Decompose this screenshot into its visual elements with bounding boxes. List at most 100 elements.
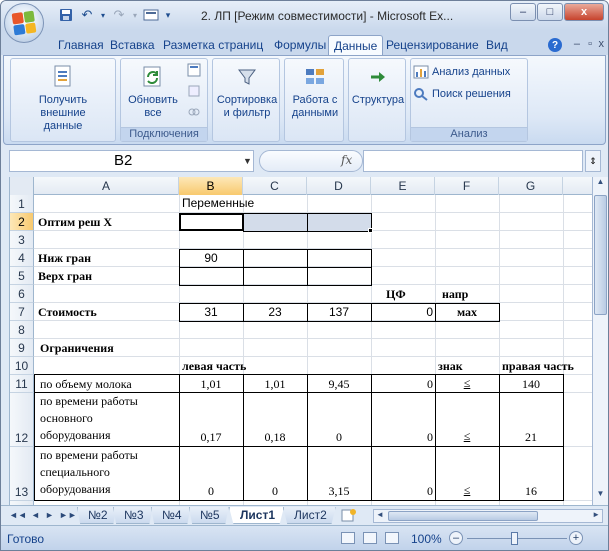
row-header-8[interactable]: 8: [10, 321, 34, 339]
cell-d11[interactable]: 9,45: [307, 377, 371, 392]
column-header-c[interactable]: C: [243, 177, 307, 195]
row-header-12[interactable]: 12: [10, 393, 34, 447]
cell-f11[interactable]: ≤: [435, 376, 499, 391]
cell-a2[interactable]: Оптим реш Х: [38, 215, 112, 230]
cell-b13[interactable]: 0: [179, 484, 243, 499]
cell-a5[interactable]: Верх гран: [38, 269, 92, 284]
fill-handle[interactable]: [368, 228, 373, 233]
data-analysis-button[interactable]: Анализ данных: [413, 65, 510, 79]
cell-c7[interactable]: 23: [243, 305, 307, 319]
sort-filter-button[interactable]: Сортировка и фильтр: [213, 63, 281, 120]
cell-g13[interactable]: 16: [499, 484, 563, 499]
tab-insert[interactable]: Вставка: [105, 35, 160, 55]
get-external-data-button[interactable]: Получить внешние данные: [13, 63, 113, 133]
row-header-2[interactable]: 2: [10, 213, 34, 231]
spreadsheet-grid[interactable]: A B C D E F G 1 2 3 4 5 6 7 8 9 10 11 12…: [9, 177, 600, 505]
cell-g12[interactable]: 21: [499, 430, 563, 445]
cell-f7[interactable]: мах: [435, 305, 499, 320]
cell-b4[interactable]: 90: [179, 251, 243, 265]
select-all-corner[interactable]: [10, 177, 34, 195]
ribbon-minimize-icon[interactable]: –: [574, 38, 580, 50]
last-sheet-icon[interactable]: ►►: [59, 510, 77, 520]
cell-e6[interactable]: ЦФ: [386, 287, 406, 302]
minimize-button[interactable]: –: [510, 3, 536, 21]
cell-c11[interactable]: 1,01: [243, 377, 307, 392]
cell-g10[interactable]: правая часть: [502, 359, 574, 374]
tab-data[interactable]: Данные: [328, 35, 384, 55]
cell-f12[interactable]: ≤: [435, 429, 499, 444]
cell-e7[interactable]: 0: [371, 305, 433, 319]
office-button[interactable]: [4, 3, 44, 43]
cell-d7[interactable]: 137: [307, 305, 371, 319]
cell-d5[interactable]: [307, 267, 372, 286]
close-button[interactable]: x: [564, 3, 604, 21]
cell-a12-line1[interactable]: по времени работы: [40, 394, 138, 409]
horizontal-scrollbar[interactable]: ◄ ►: [373, 509, 603, 523]
refresh-all-button[interactable]: Обновить все: [123, 63, 183, 120]
sheet-tab-list1[interactable]: Лист1: [229, 507, 285, 524]
cell-e13[interactable]: 0: [371, 484, 433, 499]
next-sheet-icon[interactable]: ►: [45, 510, 54, 520]
zoom-slider-thumb[interactable]: [511, 532, 518, 545]
cell-e12[interactable]: 0: [371, 430, 433, 445]
redo-icon[interactable]: ↷: [110, 7, 128, 23]
cell-c4[interactable]: [243, 249, 308, 268]
undo-dropdown-icon[interactable]: ▾: [99, 7, 107, 23]
cell-b7[interactable]: 31: [179, 305, 243, 319]
cell-d2[interactable]: [307, 213, 372, 232]
scroll-right-icon[interactable]: ►: [592, 510, 600, 519]
cell-b1[interactable]: Переменные: [182, 196, 254, 210]
edit-links-icon[interactable]: [187, 105, 201, 119]
save-icon[interactable]: [57, 7, 75, 23]
normal-view-icon[interactable]: [341, 532, 355, 544]
scroll-left-icon[interactable]: ◄: [376, 510, 384, 519]
zoom-out-icon[interactable]: –: [449, 531, 463, 545]
cell-b12[interactable]: 0,17: [179, 430, 243, 445]
tab-page-layout[interactable]: Разметка страниц: [158, 35, 268, 55]
tab-review[interactable]: Рецензирование: [381, 35, 484, 55]
formula-input[interactable]: [363, 150, 583, 172]
cell-f13[interactable]: ≤: [435, 483, 499, 498]
custom-icon[interactable]: [142, 7, 160, 23]
insert-sheet-icon[interactable]: [341, 508, 357, 523]
cell-c12[interactable]: 0,18: [243, 430, 307, 445]
name-box[interactable]: B2: [9, 150, 254, 172]
column-header-f[interactable]: F: [435, 177, 499, 195]
cell-c5[interactable]: [243, 267, 308, 286]
tab-view[interactable]: Вид: [481, 35, 513, 55]
sheet-tab-2[interactable]: №2: [77, 507, 117, 524]
ribbon-close-icon[interactable]: x: [599, 38, 605, 50]
help-icon[interactable]: ?: [548, 38, 562, 52]
cell-a12-line3[interactable]: оборудования: [40, 428, 111, 443]
page-break-view-icon[interactable]: [385, 532, 399, 544]
row-header-9[interactable]: 9: [10, 339, 34, 357]
data-tools-button[interactable]: Работа с данными: [285, 63, 345, 120]
first-sheet-icon[interactable]: ◄◄: [9, 510, 27, 520]
row-header-6[interactable]: 6: [10, 285, 34, 303]
cell-a11[interactable]: по объему молока: [40, 377, 132, 392]
fx-icon[interactable]: fx: [341, 153, 352, 167]
cell-a12-line2[interactable]: основного: [40, 411, 93, 426]
row-header-7[interactable]: 7: [10, 303, 34, 321]
scroll-down-icon[interactable]: ▼: [594, 489, 607, 505]
sheet-tab-5[interactable]: №5: [189, 507, 229, 524]
cell-d13[interactable]: 3,15: [307, 484, 371, 499]
sheet-tab-list2[interactable]: Лист2: [283, 507, 336, 524]
column-header-g[interactable]: G: [499, 177, 563, 195]
cell-b10[interactable]: левая часть: [182, 359, 246, 374]
prev-sheet-icon[interactable]: ◄: [31, 510, 40, 520]
cell-f6[interactable]: напр: [442, 287, 468, 302]
cell-a13-line3[interactable]: оборудования: [40, 482, 111, 497]
row-header-11[interactable]: 11: [10, 375, 34, 393]
cell-a7[interactable]: Стоимость: [38, 305, 97, 320]
row-header-3[interactable]: 3: [10, 231, 34, 249]
cell-f10[interactable]: знак: [438, 359, 463, 374]
redo-dropdown-icon[interactable]: ▾: [131, 7, 139, 23]
cell-d4[interactable]: [307, 249, 372, 268]
properties-icon[interactable]: [187, 84, 201, 98]
zoom-in-icon[interactable]: +: [569, 531, 583, 545]
outline-button[interactable]: Структура: [349, 63, 407, 107]
page-layout-view-icon[interactable]: [363, 532, 377, 544]
sheet-tab-4[interactable]: №4: [151, 507, 191, 524]
row-header-4[interactable]: 4: [10, 249, 34, 267]
